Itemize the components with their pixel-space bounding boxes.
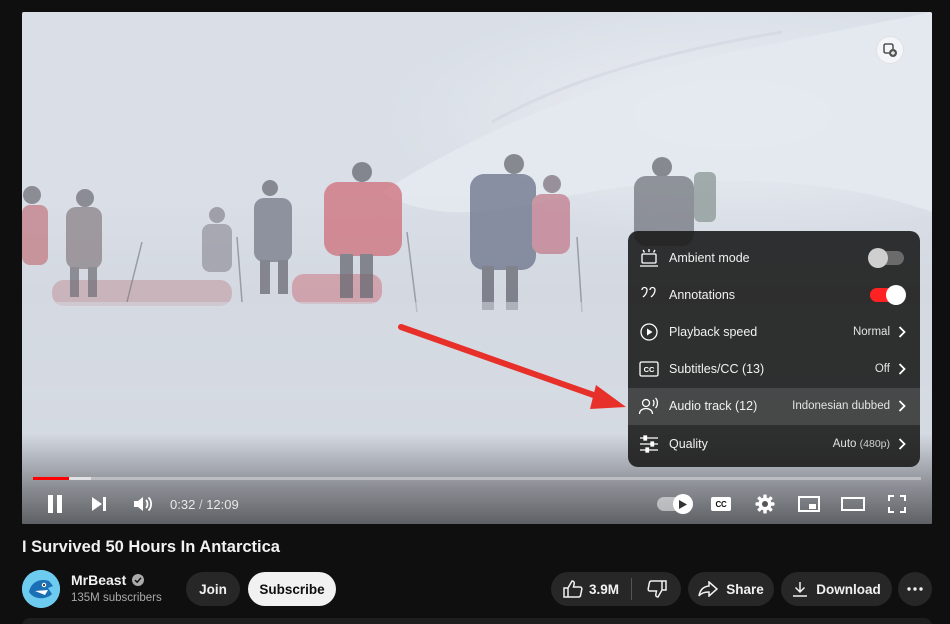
more-actions-button[interactable] (898, 572, 932, 606)
channel-name[interactable]: MrBeast (71, 572, 126, 588)
quality-resolution: (480p) (859, 437, 890, 450)
chevron-right-icon (898, 326, 906, 338)
subscribe-button[interactable]: Subscribe (248, 572, 336, 606)
annotations-toggle[interactable] (870, 284, 906, 305)
miniplayer-button[interactable] (796, 486, 822, 522)
menu-item-value: Off (874, 363, 890, 376)
ambient-mode-icon (640, 248, 658, 267)
settings-button[interactable] (752, 486, 778, 522)
quality-mode: Auto (832, 437, 857, 450)
menu-item-label: Quality (669, 436, 708, 451)
thumbs-up-icon (563, 580, 583, 598)
skip-next-icon (92, 497, 106, 511)
subtitles-icon: CC (639, 361, 659, 377)
ambient-mode-toggle[interactable] (868, 247, 904, 268)
time-display: 0:32 / 12:09 (170, 486, 239, 522)
join-button[interactable]: Join (186, 572, 240, 606)
annotations-icon (641, 286, 656, 298)
cc-icon: CC (711, 497, 731, 511)
quality-icon (640, 434, 658, 453)
mrbeast-logo-icon (22, 570, 60, 608)
menu-item-label: Playback speed (669, 324, 758, 339)
fullscreen-icon (888, 495, 906, 513)
next-button[interactable] (86, 486, 112, 522)
menu-item-value: Auto (480p) (833, 438, 890, 450)
chevron-right-icon (898, 437, 906, 450)
menu-item-annotations[interactable]: Annotations (628, 276, 920, 313)
description-box-edge (22, 618, 932, 624)
menu-item-label: Subtitles/CC (13) (669, 362, 765, 377)
svg-text:CC: CC (644, 365, 655, 374)
progress-bar[interactable] (33, 477, 921, 480)
settings-menu: Ambient mode Annotations Playback speed … (628, 231, 920, 467)
chevron-right-icon (898, 363, 906, 375)
menu-item-audio-track[interactable]: Audio track (12) Indonesian dubbed (628, 387, 920, 425)
mute-button[interactable] (130, 486, 156, 522)
play-icon (679, 499, 687, 509)
more-horizontal-icon (907, 587, 923, 591)
theater-mode-button[interactable] (840, 486, 866, 522)
like-dislike-group: 3.9M (551, 572, 681, 606)
audio-track-icon (638, 397, 659, 415)
menu-item-label: Annotations (669, 287, 736, 302)
menu-item-quality[interactable]: Quality Auto (480p) (628, 425, 920, 462)
channel-name-row: MrBeast (71, 572, 145, 588)
autoplay-toggle[interactable] (654, 486, 694, 522)
menu-item-value: Normal (852, 325, 890, 338)
channel-avatar[interactable] (22, 570, 60, 608)
dislike-button[interactable] (632, 572, 681, 606)
cast-queue-button[interactable] (876, 36, 904, 64)
share-icon (698, 581, 719, 597)
like-count: 3.9M (589, 581, 620, 597)
menu-item-label: Ambient mode (669, 250, 750, 265)
pause-button[interactable] (42, 486, 68, 522)
theater-mode-icon (841, 497, 865, 511)
subtitles-button[interactable]: CC (708, 486, 734, 522)
video-title: I Survived 50 Hours In Antarctica (22, 538, 280, 556)
fullscreen-button[interactable] (884, 486, 910, 522)
time-separator: / (198, 496, 203, 512)
subscriber-count: 135M subscribers (71, 592, 162, 604)
playback-speed-icon (640, 323, 658, 341)
duration: 12:09 (206, 496, 239, 512)
thumbs-down-icon (646, 580, 667, 598)
menu-item-playback-speed[interactable]: Playback speed Normal (628, 313, 920, 350)
menu-item-ambient-mode[interactable]: Ambient mode (628, 239, 920, 276)
like-button[interactable]: 3.9M (551, 572, 619, 606)
download-button[interactable]: Download (781, 572, 892, 606)
menu-item-subtitles[interactable]: CC Subtitles/CC (13) Off (628, 351, 920, 388)
player-controls: 0:32 / 12:09 CC (22, 486, 932, 522)
verified-check-icon (132, 574, 145, 586)
download-icon (793, 582, 808, 597)
menu-item-label: Audio track (12) (669, 399, 758, 414)
share-label: Share (726, 581, 764, 597)
miniplayer-icon (798, 496, 820, 512)
progress-played (33, 477, 69, 480)
current-time: 0:32 (170, 496, 196, 512)
pause-icon (48, 495, 62, 513)
share-button[interactable]: Share (688, 572, 774, 606)
download-label: Download (816, 581, 881, 597)
add-to-queue-icon (883, 43, 897, 57)
volume-icon (134, 496, 153, 512)
gear-icon (755, 494, 775, 514)
chevron-right-icon (898, 400, 906, 412)
menu-item-value: Indonesian dubbed (792, 400, 890, 413)
